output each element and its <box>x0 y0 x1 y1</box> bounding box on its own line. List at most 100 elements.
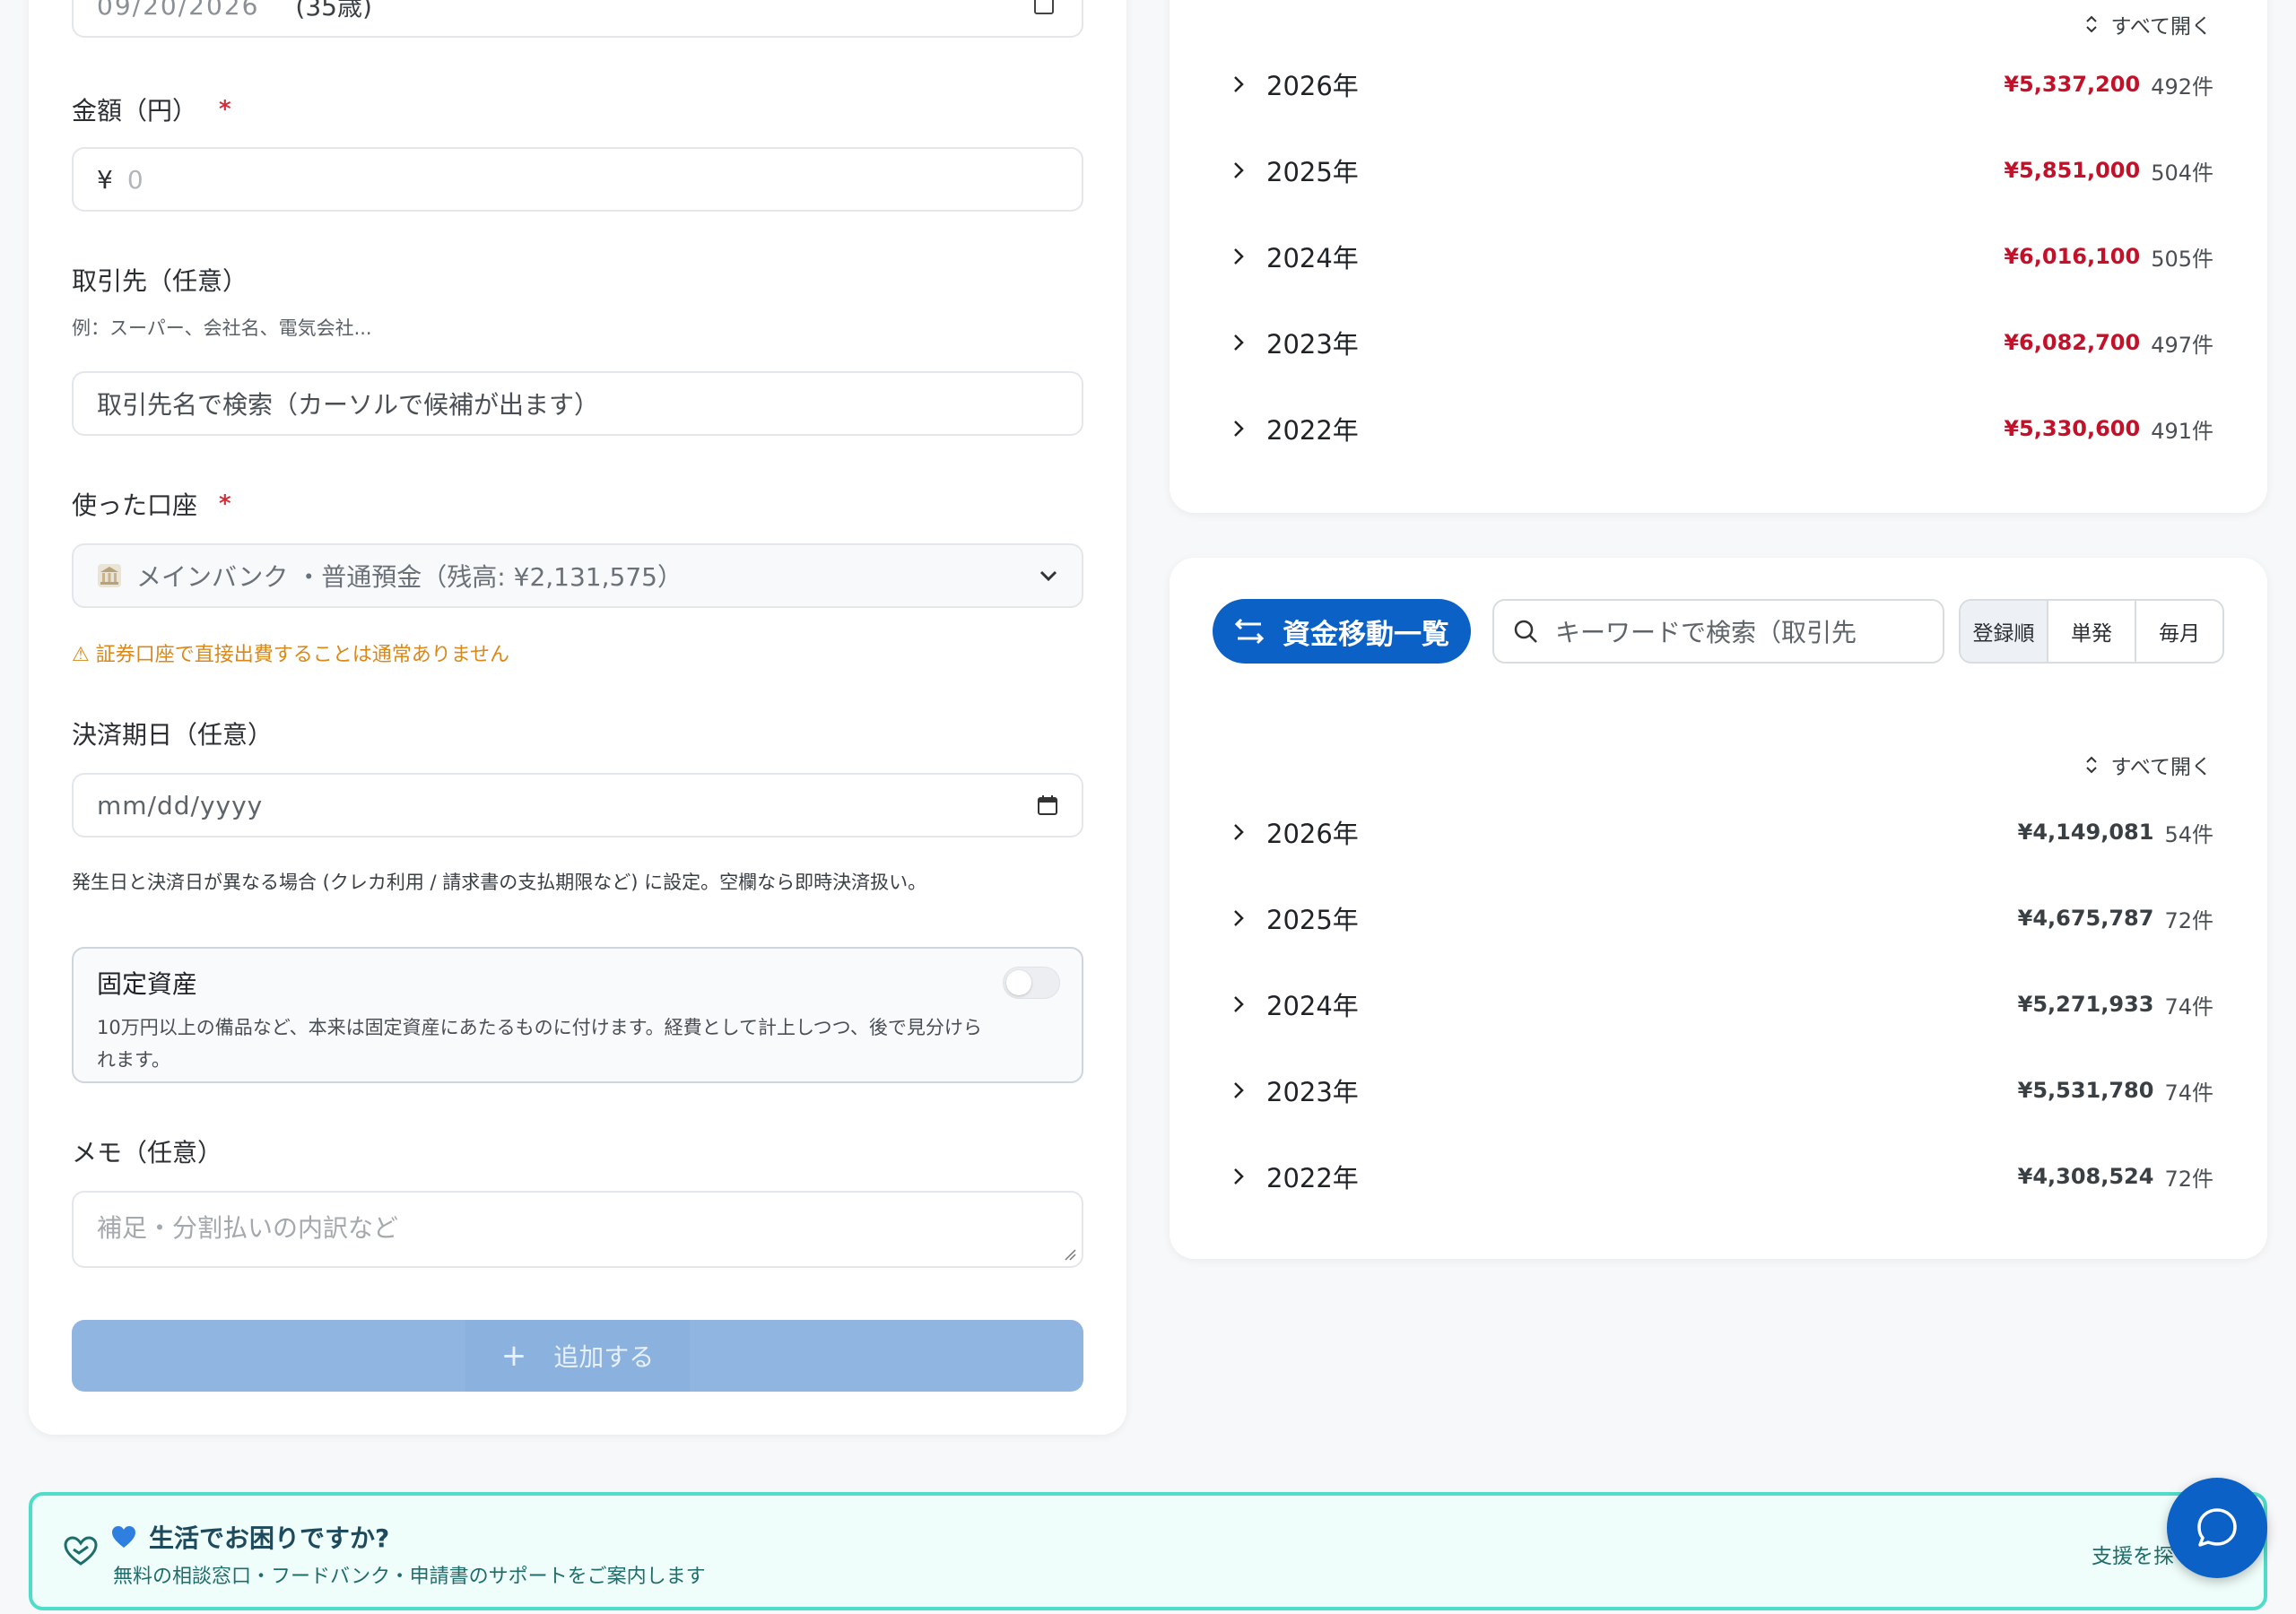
year-count: 497件 <box>2151 332 2213 358</box>
account-label: 使った口座 * <box>72 490 231 520</box>
expand-all-button[interactable]: すべて開く <box>2084 9 2212 39</box>
sort-option-registered[interactable]: 登録順 <box>1961 601 2048 662</box>
year-count: 74件 <box>2164 994 2213 1020</box>
calendar-icon[interactable] <box>1033 0 1055 15</box>
year-row-2026[interactable]: 2026年 ¥4,149,081 54件 <box>1232 805 2213 859</box>
transfers-search-input[interactable]: キーワードで検索（取引先 <box>1492 599 1944 664</box>
year-row-2022[interactable]: 2022年 ¥5,330,600 491件 <box>1232 402 2213 456</box>
year-row-2026[interactable]: 2026年 ¥5,337,200 492件 <box>1232 57 2213 111</box>
fixed-asset-box: 固定資産 10万円以上の備品など、本来は固定資産にあたるものに付けます。経費とし… <box>72 947 1083 1083</box>
settle-label: 決済期日（任意） <box>72 720 274 750</box>
account-value: メインバンク ・普通預金（残高: ¥2,131,575） <box>136 562 683 592</box>
find-support-link[interactable]: 支援を探 <box>2092 1539 2174 1569</box>
year-amount: ¥5,851,000 <box>2004 158 2141 183</box>
year-count: 492件 <box>2151 74 2213 100</box>
year-row-2022[interactable]: 2022年 ¥4,308,524 72件 <box>1232 1150 2213 1203</box>
account-warning: ⚠ 証券口座で直接出費することは通常ありません <box>72 644 510 666</box>
chevron-right-icon <box>1234 421 1244 437</box>
bank-icon <box>98 564 121 587</box>
year-amount: ¥6,082,700 <box>2004 330 2141 355</box>
year-amount: ¥6,016,100 <box>2004 244 2141 269</box>
year-amount: ¥5,330,600 <box>2004 416 2141 441</box>
chevron-down-icon <box>1039 570 1057 582</box>
year-count: 74件 <box>2164 1080 2213 1106</box>
year-label: 2026年 <box>1266 71 1359 101</box>
settle-date-input[interactable]: mm/dd/yyyy <box>72 773 1083 837</box>
chevron-right-icon <box>1234 824 1244 840</box>
year-row-2025[interactable]: 2025年 ¥4,675,787 72件 <box>1232 891 2213 945</box>
settle-note: 発生日と決済日が異なる場合 (クレカ利用 / 請求書の支払期限など) に設定。空… <box>72 872 927 893</box>
banner-subtitle: 無料の相談窓口・フードバンク・申請書のサポートをご案内します <box>113 1566 706 1588</box>
heart-hand-icon <box>64 1536 98 1566</box>
year-label: 2025年 <box>1266 157 1359 187</box>
year-row-2024[interactable]: 2024年 ¥6,016,100 505件 <box>1232 230 2213 283</box>
year-label: 2025年 <box>1266 905 1359 935</box>
year-row-2025[interactable]: 2025年 ¥5,851,000 504件 <box>1232 143 2213 197</box>
fixed-asset-toggle[interactable] <box>1003 967 1060 999</box>
year-row-2024[interactable]: 2024年 ¥5,271,933 74件 <box>1232 977 2213 1031</box>
year-row-2023[interactable]: 2023年 ¥6,082,700 497件 <box>1232 316 2213 369</box>
transfers-title: 資金移動一覧 <box>1283 618 1449 651</box>
age-text: (35歳) <box>295 0 372 22</box>
year-label: 2023年 <box>1266 1077 1359 1107</box>
transfers-title-pill[interactable]: 資金移動一覧 <box>1213 599 1471 664</box>
expand-collapse-icon <box>2085 15 2097 33</box>
chevron-right-icon <box>1234 248 1244 265</box>
expand-collapse-icon <box>2085 756 2097 774</box>
year-label: 2026年 <box>1266 819 1359 849</box>
transfer-arrows-icon <box>1234 618 1265 645</box>
expand-all-button[interactable]: すべて開く <box>2084 750 2212 780</box>
required-mark: * <box>219 490 231 517</box>
chevron-right-icon <box>1234 996 1244 1012</box>
banner-title: 生活でお困りですか? <box>111 1519 389 1555</box>
search-icon <box>1514 620 1537 643</box>
year-label: 2024年 <box>1266 243 1359 273</box>
year-row-2023[interactable]: 2023年 ¥5,531,780 74件 <box>1232 1063 2213 1117</box>
chevron-right-icon <box>1234 162 1244 178</box>
transfers-panel: 資金移動一覧 キーワードで検索（取引先 登録順 単発 毎月 すべて開く 2026… <box>1170 558 2267 1259</box>
vendor-search-input[interactable]: 取引先名で検索（カーソルで候補が出ます） <box>72 371 1083 436</box>
amount-placeholder: 0 <box>126 164 144 195</box>
date-input[interactable]: 09/20/2026 (35歳) <box>72 0 1083 38</box>
support-banner[interactable]: 生活でお困りですか? 無料の相談窓口・フードバンク・申請書のサポートをご案内しま… <box>29 1492 2267 1610</box>
blue-heart-icon <box>112 1526 135 1548</box>
amount-label: 金額（円） * <box>72 96 231 126</box>
vendor-hint: 例：スーパー、会社名、電気会社... <box>72 317 372 339</box>
chat-button[interactable] <box>2167 1478 2267 1578</box>
expenses-year-panel: すべて開く 2026年 ¥5,337,200 492件 2025年 ¥5,851,… <box>1170 0 2267 513</box>
memo-label: メモ（任意） <box>72 1138 223 1167</box>
year-count: 54件 <box>2164 821 2213 847</box>
memo-textarea[interactable]: 補足・分割払いの内訳など <box>72 1191 1083 1268</box>
sort-segmented-control: 登録順 単発 毎月 <box>1959 599 2224 664</box>
yen-prefix: ¥ <box>97 164 113 195</box>
sort-option-single[interactable]: 単発 <box>2048 601 2136 662</box>
chevron-right-icon <box>1234 910 1244 926</box>
toggle-knob <box>1006 970 1031 995</box>
year-label: 2022年 <box>1266 415 1359 446</box>
account-select[interactable]: メインバンク ・普通預金（残高: ¥2,131,575） <box>72 543 1083 608</box>
chevron-right-icon <box>1234 334 1244 351</box>
calendar-icon[interactable] <box>1037 794 1058 816</box>
required-mark: * <box>219 96 231 123</box>
add-button[interactable]: + 追加する <box>72 1320 1083 1392</box>
fixed-asset-desc: 10万円以上の備品など、本来は固定資産にあたるものに付けます。経費として計上しつ… <box>97 1017 982 1071</box>
sort-option-monthly[interactable]: 毎月 <box>2136 601 2222 662</box>
year-count: 72件 <box>2164 907 2213 933</box>
year-amount: ¥5,271,933 <box>2017 992 2154 1017</box>
year-amount: ¥5,531,780 <box>2017 1078 2154 1103</box>
plus-icon: + <box>500 1338 527 1374</box>
year-amount: ¥4,675,787 <box>2017 906 2154 931</box>
add-button-label: 追加する <box>553 1342 655 1372</box>
year-count: 491件 <box>2151 418 2213 444</box>
year-amount: ¥4,149,081 <box>2017 820 2154 845</box>
year-amount: ¥4,308,524 <box>2017 1164 2154 1189</box>
year-count: 505件 <box>2151 246 2213 272</box>
year-label: 2024年 <box>1266 991 1359 1021</box>
year-label: 2023年 <box>1266 329 1359 360</box>
amount-input[interactable]: ¥ 0 <box>72 147 1083 212</box>
resize-handle-icon[interactable] <box>1064 1248 1076 1261</box>
year-amount: ¥5,337,200 <box>2004 72 2141 97</box>
date-value: 09/20/2026 <box>97 0 260 21</box>
chat-bubble-icon <box>2197 1508 2237 1547</box>
chevron-right-icon <box>1234 76 1244 92</box>
